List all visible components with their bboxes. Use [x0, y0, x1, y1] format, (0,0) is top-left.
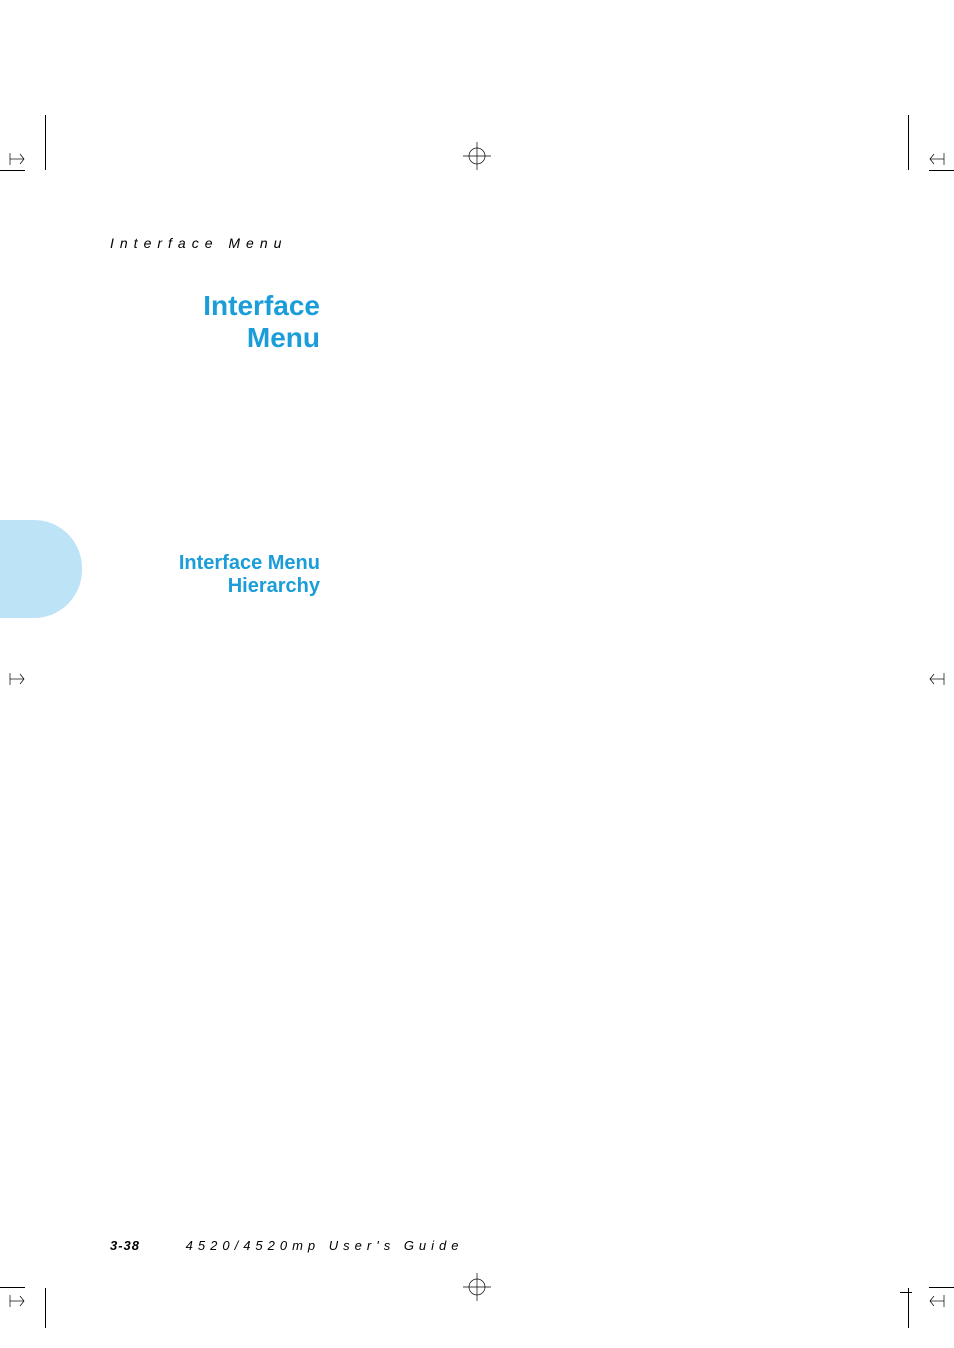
- crop-mark-tr-vertical: [908, 115, 909, 170]
- page-footer: 3-38 4520/4520mp User's Guide: [110, 1238, 464, 1253]
- page-number: 3-38: [110, 1238, 140, 1253]
- crop-mark-bl-horizontal: [0, 1287, 25, 1288]
- crop-accent-br: [900, 1292, 912, 1293]
- heading-main-line1: Interface: [110, 290, 320, 322]
- crop-mark-br-horizontal: [929, 1287, 954, 1288]
- section-heading-sub: Interface Menu Hierarchy: [110, 552, 320, 598]
- registration-mark-top-icon: [463, 142, 491, 170]
- crop-mark-tl-vertical: [45, 115, 46, 170]
- crop-mark-tl-horizontal: [0, 170, 25, 171]
- arrow-mark-mid-right-icon: [928, 670, 946, 688]
- running-header: Interface Menu: [110, 235, 287, 251]
- heading-sub-line2: Hierarchy: [110, 575, 320, 598]
- guide-title: 4520/4520mp User's Guide: [186, 1238, 464, 1253]
- crop-mark-bl-vertical: [45, 1288, 46, 1328]
- heading-main-line2: Menu: [110, 322, 320, 354]
- section-heading-main: Interface Menu: [110, 290, 320, 354]
- registration-mark-bottom-icon: [463, 1273, 491, 1301]
- arrow-mark-top-right-icon: [928, 150, 946, 168]
- heading-sub-line1: Interface Menu: [110, 552, 320, 575]
- arrow-mark-bottom-right-icon: [928, 1292, 946, 1310]
- arrow-mark-mid-left-icon: [8, 670, 26, 688]
- thumb-tab: [0, 520, 82, 618]
- arrow-mark-bottom-left-icon: [8, 1292, 26, 1310]
- crop-mark-br-vertical: [908, 1288, 909, 1328]
- crop-mark-tr-horizontal: [929, 170, 954, 171]
- arrow-mark-top-left-icon: [8, 150, 26, 168]
